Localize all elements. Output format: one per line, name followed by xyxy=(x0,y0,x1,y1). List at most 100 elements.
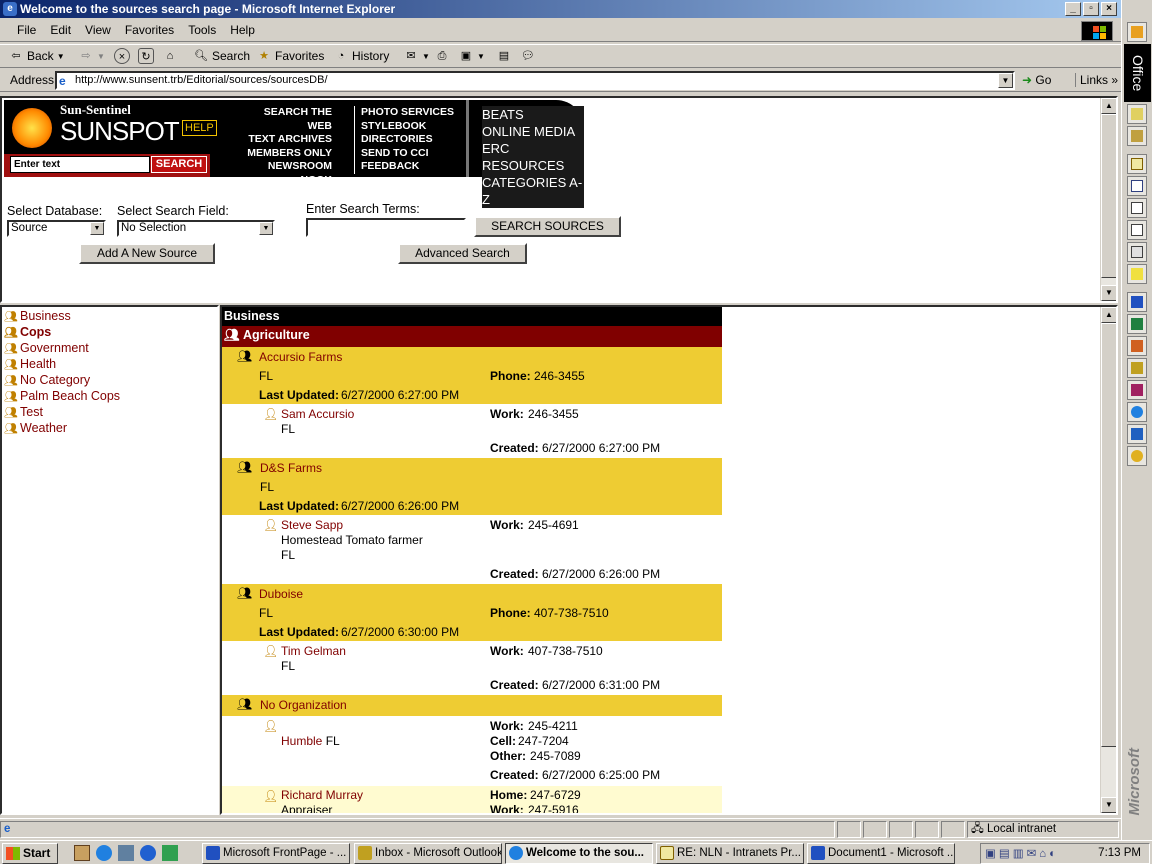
nav-directories[interactable]: DIRECTORIES xyxy=(361,133,454,147)
task-word[interactable]: Document1 - Microsoft ... xyxy=(807,843,955,864)
top-frame-scrollbar[interactable]: ▲ ▼ xyxy=(1100,98,1116,301)
scroll-up-icon[interactable]: ▲ xyxy=(1101,307,1116,323)
word-icon[interactable] xyxy=(1127,292,1147,312)
person-name-link[interactable]: Steve Sapp xyxy=(281,518,343,532)
person-name-link[interactable]: Richard Murray xyxy=(281,788,363,802)
home-button[interactable]: ⌂ xyxy=(162,48,178,64)
new-document-icon[interactable] xyxy=(1127,104,1147,124)
address-dropdown-icon[interactable]: ▼ xyxy=(998,73,1013,88)
category-link[interactable]: 👥︎ Weather xyxy=(4,421,67,436)
nav-online-media[interactable]: ONLINE MEDIA xyxy=(482,123,584,140)
history-button[interactable]: ◔ History xyxy=(333,48,390,64)
menu-favorites[interactable]: Favorites xyxy=(118,20,181,40)
nav-feedback[interactable]: FEEDBACK xyxy=(361,160,454,174)
scroll-down-icon[interactable]: ▼ xyxy=(1101,285,1116,301)
nav-members-only[interactable]: MEMBERS ONLY xyxy=(242,147,332,161)
org-name-link[interactable]: Accursio Farms xyxy=(259,350,342,364)
nav-erc-resources[interactable]: ERC RESOURCES xyxy=(482,140,584,174)
access-icon[interactable] xyxy=(1127,380,1147,400)
new-contact-icon[interactable] xyxy=(1127,220,1147,240)
menu-file[interactable]: File xyxy=(10,20,43,40)
person-name-link[interactable]: Humble xyxy=(281,734,322,748)
menu-view[interactable]: View xyxy=(78,20,118,40)
category-link[interactable]: 👥︎ Cops xyxy=(4,325,51,340)
nav-send-to-cci[interactable]: SEND TO CCI xyxy=(361,147,454,161)
org-name-link[interactable]: D&S Farms xyxy=(260,461,322,475)
scroll-thumb[interactable] xyxy=(1101,323,1116,747)
help-link[interactable]: HELP xyxy=(182,120,217,136)
forward-button[interactable]: ⇨ ▼ xyxy=(78,48,105,64)
task-outlook[interactable]: Inbox - Microsoft Outlook xyxy=(354,843,502,864)
org-name-link[interactable]: No Organization xyxy=(260,698,347,712)
add-source-button[interactable]: Add A New Source xyxy=(79,243,215,264)
minimize-button[interactable]: _ xyxy=(1065,2,1081,16)
menu-help[interactable]: Help xyxy=(223,20,262,40)
internet-explorer-icon[interactable] xyxy=(1127,402,1147,422)
category-link[interactable]: 👥︎ Palm Beach Cops xyxy=(4,389,120,404)
nav-photo-services[interactable]: PHOTO SERVICES xyxy=(361,106,454,120)
outlook-icon[interactable] xyxy=(1127,358,1147,378)
search-sources-button[interactable]: SEARCH SOURCES xyxy=(474,216,621,237)
edit-button[interactable]: ▣ ▼ xyxy=(458,48,485,64)
scroll-down-icon[interactable]: ▼ xyxy=(1101,797,1116,813)
nav-search-web[interactable]: SEARCH THE WEB xyxy=(242,106,332,133)
back-button[interactable]: ⇦ Back ▼ xyxy=(8,48,64,64)
quicklaunch-network-icon[interactable] xyxy=(118,845,134,861)
new-note-icon[interactable] xyxy=(1127,264,1147,284)
stop-button[interactable]: × xyxy=(114,48,130,64)
category-link[interactable]: 👥︎ Health xyxy=(4,357,56,372)
database-select[interactable]: Source ▼ xyxy=(7,220,106,237)
task-frontpage[interactable]: Microsoft FrontPage - ... xyxy=(202,843,350,864)
category-link[interactable]: 👥︎ Test xyxy=(4,405,43,420)
category-link[interactable]: 👥︎ No Category xyxy=(4,373,90,388)
task-email[interactable]: RE: NLN - Intranets Pr... xyxy=(656,843,804,864)
nav-newsroom-nook[interactable]: NEWSROOM NOOK xyxy=(242,160,332,187)
outlook-express-icon[interactable] xyxy=(1127,424,1147,444)
search-field-select[interactable]: No Selection ▼ xyxy=(117,220,275,237)
quicklaunch-outlook-icon[interactable] xyxy=(162,845,178,861)
nav-categories-az[interactable]: CATEGORIES A-Z xyxy=(482,174,584,208)
nav-text-archives[interactable]: TEXT ARCHIVES xyxy=(242,133,332,147)
task-internet-explorer[interactable]: Welcome to the sou... xyxy=(505,843,653,864)
print-button[interactable]: ⎙ xyxy=(434,48,450,64)
new-appointment-icon[interactable] xyxy=(1127,176,1147,196)
powerpoint-icon[interactable] xyxy=(1127,336,1147,356)
person-name-link[interactable]: Sam Accursio xyxy=(281,407,354,421)
go-button[interactable]: ➜ Go xyxy=(1022,73,1051,87)
category-link[interactable]: 👥︎ Business xyxy=(4,309,71,324)
search-terms-input[interactable] xyxy=(306,218,466,237)
new-task-icon[interactable] xyxy=(1127,198,1147,218)
person-name-link[interactable]: Tim Gelman xyxy=(281,644,346,658)
search-button[interactable]: 🔍︎ Search xyxy=(193,48,250,64)
quicklaunch-desktop-icon[interactable] xyxy=(74,845,90,861)
favorites-button[interactable]: ★ Favorites xyxy=(256,48,324,64)
menu-tools[interactable]: Tools xyxy=(181,20,223,40)
office-menu-icon[interactable] xyxy=(1127,22,1147,42)
scroll-thumb[interactable] xyxy=(1101,114,1116,278)
close-button[interactable]: × xyxy=(1101,2,1117,16)
discuss-button[interactable]: ▤ xyxy=(496,48,512,64)
new-message-icon[interactable] xyxy=(1127,154,1147,174)
links-button[interactable]: Links » xyxy=(1075,73,1118,87)
maximize-button[interactable]: ▫ xyxy=(1083,2,1099,16)
mail-button[interactable]: ✉ ▼ xyxy=(403,48,430,64)
messenger-button[interactable]: 💬︎ xyxy=(520,48,536,64)
nav-wire-services[interactable]: WIRE SERVICES xyxy=(242,187,332,201)
nav-stylebook[interactable]: STYLEBOOK xyxy=(361,120,454,134)
quicklaunch-messenger-icon[interactable] xyxy=(140,845,156,861)
new-journal-icon[interactable] xyxy=(1127,242,1147,262)
messenger-icon[interactable] xyxy=(1127,446,1147,466)
excel-icon[interactable] xyxy=(1127,314,1147,334)
nav-beats[interactable]: BEATS xyxy=(482,106,584,123)
results-scrollbar[interactable]: ▲ ▼ xyxy=(1100,307,1116,813)
org-name-link[interactable]: Duboise xyxy=(259,587,303,601)
scroll-up-icon[interactable]: ▲ xyxy=(1101,98,1116,114)
category-link[interactable]: 👥︎ Government xyxy=(4,341,89,356)
start-button[interactable]: Start xyxy=(2,843,58,864)
quicklaunch-ie-icon[interactable] xyxy=(96,845,112,861)
advanced-search-button[interactable]: Advanced Search xyxy=(398,243,527,264)
open-document-icon[interactable] xyxy=(1127,126,1147,146)
banner-search-input[interactable] xyxy=(10,156,150,173)
banner-search-button[interactable]: SEARCH xyxy=(151,156,207,173)
menu-edit[interactable]: Edit xyxy=(43,20,78,40)
